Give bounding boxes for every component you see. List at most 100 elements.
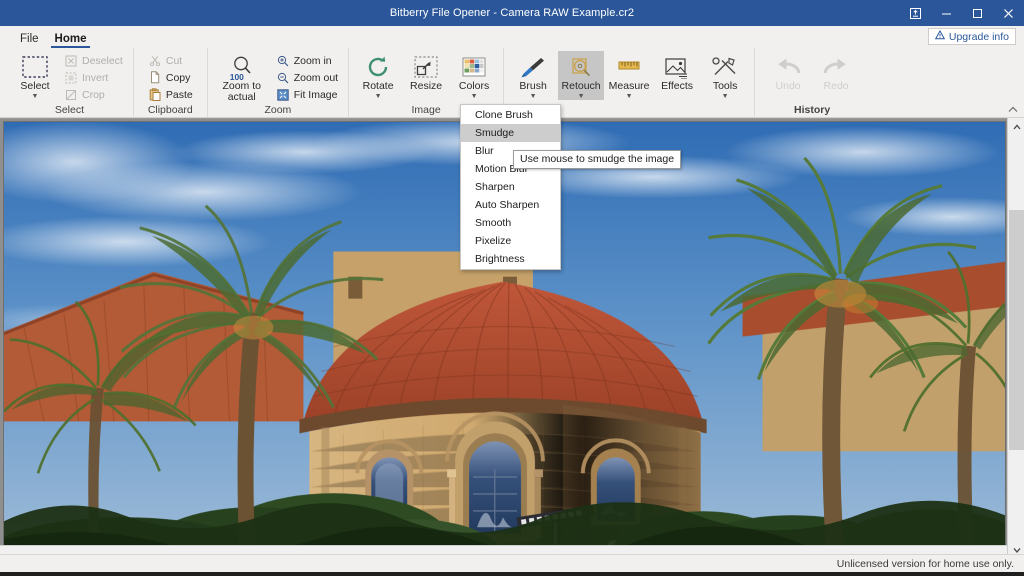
collapse-ribbon-button[interactable] [1008, 105, 1018, 115]
deselect-label: Deselect [82, 55, 123, 67]
upgrade-info-label: Upgrade info [949, 31, 1009, 43]
invert-button[interactable]: Invert [60, 69, 127, 86]
redo-arrow-icon [822, 53, 850, 81]
cut-label: Cut [166, 55, 182, 67]
zoom-in-label: Zoom in [294, 55, 332, 67]
window-controls [900, 0, 1024, 26]
redo-button[interactable]: Redo [813, 51, 859, 92]
menu-item-brightness[interactable]: Brightness [461, 250, 560, 268]
zoom-out-label: Zoom out [294, 72, 338, 84]
vertical-scrollbar[interactable] [1007, 118, 1024, 558]
crop-label: Crop [82, 89, 105, 101]
maximize-button[interactable] [962, 0, 993, 26]
copy-button[interactable]: Copy [144, 69, 197, 86]
measure-label: Measure [609, 81, 650, 92]
group-label-clipboard: Clipboard [140, 104, 201, 118]
effects-picture-icon [663, 53, 691, 81]
undo-arrow-icon [774, 53, 802, 81]
fit-image-icon [276, 88, 290, 102]
scissors-icon [148, 54, 162, 68]
magnifier-minus-icon [276, 71, 290, 85]
menu-item-auto-sharpen[interactable]: Auto Sharpen [461, 196, 560, 214]
magnifier-plus-icon [276, 54, 290, 68]
group-label-history: History [765, 104, 859, 118]
copy-icon [148, 71, 162, 85]
chevron-down-icon[interactable]: ▼ [471, 93, 478, 100]
undo-button[interactable]: Undo [765, 51, 811, 92]
deselect-icon [64, 54, 78, 68]
chevron-down-icon[interactable]: ▼ [375, 93, 382, 100]
zoom-to-actual-button[interactable]: 100 Zoom to actual [214, 51, 270, 103]
ribbon-group-clipboard: Cut Copy Paste [133, 48, 207, 118]
group-label-select: Select [12, 104, 127, 118]
redo-label: Redo [824, 81, 849, 92]
retouch-dropdown-menu: Clone Brush Smudge Blur Motion Blur Shar… [460, 104, 561, 270]
resize-button[interactable]: Resize [403, 51, 449, 92]
zoom-out-button[interactable]: Zoom out [272, 69, 342, 86]
tools-button[interactable]: Tools ▼ [702, 51, 748, 100]
chevron-down-icon[interactable]: ▼ [32, 93, 39, 100]
paste-button[interactable]: Paste [144, 86, 197, 103]
brush-label: Brush [519, 81, 546, 92]
chevron-down-icon[interactable]: ▼ [722, 93, 729, 100]
scroll-up-button[interactable] [1008, 118, 1024, 135]
zoom-level-badge: 100 [230, 72, 244, 82]
cut-button[interactable]: Cut [144, 52, 197, 69]
chevron-down-icon[interactable]: ▼ [626, 93, 633, 100]
select-small-buttons: Deselect Invert Crop [60, 51, 127, 103]
fit-image-button[interactable]: Fit Image [272, 86, 342, 103]
menu-item-pixelize[interactable]: Pixelize [461, 232, 560, 250]
upgrade-info-button[interactable]: Upgrade info [928, 28, 1016, 45]
status-bar: Unlicensed version for home use only. [0, 554, 1024, 572]
colors-button[interactable]: Colors ▼ [451, 51, 497, 100]
measure-button[interactable]: Measure ▼ [606, 51, 652, 100]
minimize-button[interactable] [931, 0, 962, 26]
help-button[interactable] [900, 0, 931, 26]
select-button-label: Select [20, 81, 49, 92]
ribbon-tab-row: File Home [0, 26, 1024, 48]
vertical-scrollbar-thumb[interactable] [1009, 210, 1024, 450]
menu-item-clone-brush[interactable]: Clone Brush [461, 106, 560, 124]
rotate-label: Rotate [363, 81, 394, 92]
paste-icon [148, 88, 162, 102]
menu-item-smudge[interactable]: Smudge [461, 124, 560, 142]
colors-label: Colors [459, 81, 489, 92]
undo-label: Undo [776, 81, 801, 92]
crop-button[interactable]: Crop [60, 86, 127, 103]
retouch-icon [567, 53, 595, 81]
ribbon-group-zoom: 100 Zoom to actual Zoom in [207, 48, 348, 118]
tab-file[interactable]: File [12, 33, 47, 48]
invert-label: Invert [82, 72, 108, 84]
tools-label: Tools [713, 81, 738, 92]
tab-home[interactable]: Home [47, 33, 95, 48]
close-button[interactable] [993, 0, 1024, 26]
effects-label: Effects [661, 81, 693, 92]
brush-button[interactable]: Brush ▼ [510, 51, 556, 100]
clipboard-small-buttons: Cut Copy Paste [144, 51, 197, 103]
rotate-button[interactable]: Rotate ▼ [355, 51, 401, 100]
menu-item-sharpen[interactable]: Sharpen [461, 178, 560, 196]
menu-item-smooth[interactable]: Smooth [461, 214, 560, 232]
copy-label: Copy [166, 72, 191, 84]
color-palette-icon [461, 53, 487, 81]
zoom-in-button[interactable]: Zoom in [272, 52, 342, 69]
chevron-down-icon[interactable]: ▼ [530, 93, 537, 100]
ribbon-group-select: Select ▼ Deselect [6, 48, 133, 118]
ribbon-group-history: Undo Redo History [754, 48, 873, 118]
ruler-icon [615, 53, 643, 81]
retouch-label: Retouch [562, 81, 601, 92]
window-title: Bitberry File Opener - Camera RAW Exampl… [390, 7, 634, 19]
window-bottom-edge [0, 572, 1024, 576]
chevron-down-icon[interactable]: ▼ [578, 93, 585, 100]
tooltip: Use mouse to smudge the image [513, 150, 681, 169]
zoom-small-buttons: Zoom in Zoom out Fit Image [272, 51, 342, 103]
crop-icon [64, 88, 78, 102]
effects-button[interactable]: Effects [654, 51, 700, 92]
magnifier-100-icon: 100 [229, 53, 255, 81]
invert-selection-icon [64, 71, 78, 85]
select-button[interactable]: Select ▼ [12, 51, 58, 100]
deselect-button[interactable]: Deselect [60, 52, 127, 69]
warning-triangle-icon [935, 30, 945, 43]
retouch-button[interactable]: Retouch ▼ [558, 51, 604, 100]
group-label-zoom: Zoom [214, 104, 342, 118]
